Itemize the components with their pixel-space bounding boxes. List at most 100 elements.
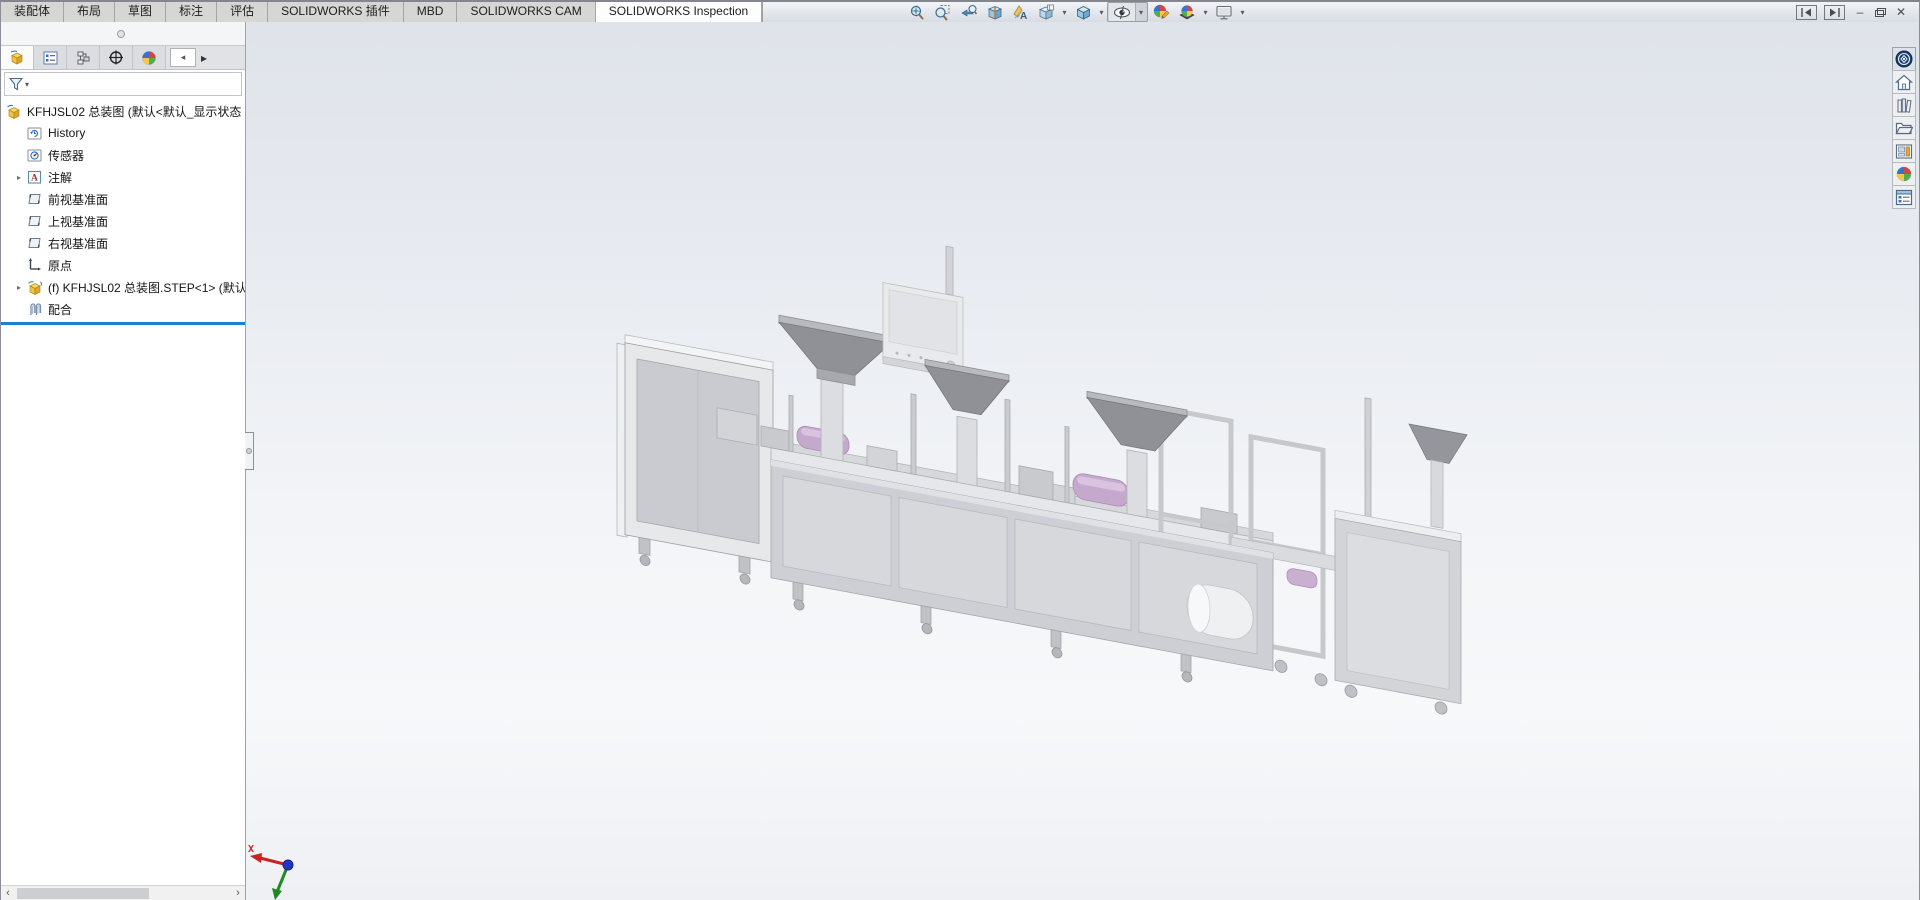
previous-view-icon[interactable]: [955, 2, 981, 22]
hide-show-items-caret-icon[interactable]: ▾: [1135, 3, 1146, 21]
solidworks-window: 装配体 布局 草图 标注 评估 SOLIDWORKS 插件 MBD SOLIDW…: [0, 0, 1920, 900]
triad-x-label: X: [248, 844, 254, 855]
tree-item-annotations[interactable]: ▸ A 注解: [1, 166, 245, 188]
plane-icon: [27, 192, 45, 206]
hide-show-items-pressed-group: ▾: [1107, 2, 1148, 22]
dynamic-annotation-views-icon[interactable]: A: [1007, 2, 1033, 22]
configurationmanager-tab[interactable]: [67, 46, 100, 69]
propertymanager-tab[interactable]: [34, 46, 67, 69]
collapse-left-pane-button[interactable]: [1796, 5, 1817, 20]
custom-properties-icon[interactable]: [1892, 185, 1916, 209]
handle-dot-icon: [246, 448, 252, 454]
display-style-caret-icon[interactable]: ▾: [1096, 2, 1107, 22]
svg-text:A: A: [31, 174, 38, 184]
tree-item-front-plane[interactable]: 前视基准面: [1, 188, 245, 210]
expand-arrow-icon[interactable]: ▸: [11, 173, 27, 182]
tree-item-label: KFHJSL02 总装图 (默认<默认_显示状态: [27, 103, 241, 120]
tree-item-history[interactable]: History: [1, 122, 245, 144]
tree-item-label: (f) KFHJSL02 总装图.STEP<1> (默认: [48, 279, 245, 296]
hide-show-items-icon[interactable]: [1109, 3, 1135, 21]
filter-caret-icon[interactable]: ▾: [25, 80, 29, 89]
zoom-to-area-icon[interactable]: [929, 2, 955, 22]
tab-sketch[interactable]: 草图: [115, 2, 166, 22]
scrollbar-track[interactable]: [15, 887, 231, 900]
panel-horizontal-scrollbar[interactable]: ‹ ›: [1, 885, 245, 900]
assembly-icon: [6, 104, 24, 119]
scroll-left-arrow-icon[interactable]: ‹: [1, 886, 15, 900]
feature-tree: KFHJSL02 总装图 (默认<默认_显示状态 History 传感器: [1, 97, 245, 885]
panel-collapse-handle[interactable]: [245, 432, 254, 470]
apply-scene-caret-icon[interactable]: ▾: [1200, 2, 1211, 22]
tab-solidworks-cam[interactable]: SOLIDWORKS CAM: [457, 2, 595, 22]
solidworks-resources-icon[interactable]: [1892, 47, 1916, 71]
design-library-icon[interactable]: [1892, 93, 1916, 117]
restore-button[interactable]: [1875, 8, 1886, 17]
file-explorer-folder-icon[interactable]: [1892, 116, 1916, 140]
tab-layout[interactable]: 布局: [64, 2, 115, 22]
tree-item-origin[interactable]: 原点: [1, 254, 245, 276]
tree-item-label: 原点: [48, 257, 72, 274]
dimxpertmanager-tab[interactable]: [100, 46, 133, 69]
tree-filter-input[interactable]: [31, 73, 241, 95]
tree-item-label: 传感器: [48, 147, 84, 164]
appearances-scenes-icon[interactable]: [1892, 162, 1916, 186]
triad-z-dot-icon: [283, 860, 293, 870]
tree-selection-bar: [1, 322, 245, 325]
panel-split-handle-icon[interactable]: [117, 30, 125, 38]
collapse-right-pane-button[interactable]: [1824, 5, 1845, 20]
machine-assembly-model[interactable]: [246, 22, 1919, 900]
tree-item-component-step[interactable]: ▸ (f) KFHJSL02 总装图.STEP<1> (默认: [1, 276, 245, 298]
tree-item-label: 右视基准面: [48, 235, 108, 252]
component-icon: [27, 280, 45, 295]
tab-solidworks-inspection[interactable]: SOLIDWORKS Inspection: [596, 2, 762, 22]
apply-scene-icon[interactable]: [1174, 2, 1200, 22]
view-orientation-icon[interactable]: [1033, 2, 1059, 22]
view-settings-icon[interactable]: [1211, 2, 1237, 22]
tree-item-top-plane[interactable]: 上视基准面: [1, 210, 245, 232]
scrollbar-thumb[interactable]: [17, 888, 149, 899]
view-settings-caret-icon[interactable]: ▾: [1237, 2, 1248, 22]
tree-item-label: 上视基准面: [48, 213, 108, 230]
tree-filter-field[interactable]: ▾: [4, 72, 242, 96]
tree-item-label: 配合: [48, 301, 72, 318]
origin-icon: [27, 258, 45, 272]
filter-funnel-icon: [9, 77, 23, 91]
manager-pane-tabs: ◂ ▸: [1, 46, 245, 70]
annotations-icon: A: [27, 170, 45, 184]
plane-icon: [27, 214, 45, 228]
zoom-to-fit-icon[interactable]: [903, 2, 929, 22]
featuremanager-panel: ◂ ▸ ▾ KFHJSL02 总装图 (默认<默认_显示状态: [1, 22, 246, 900]
edit-appearance-icon[interactable]: [1148, 2, 1174, 22]
tab-solidworks-addins[interactable]: SOLIDWORKS 插件: [268, 2, 404, 22]
main-area: ◂ ▸ ▾ KFHJSL02 总装图 (默认<默认_显示状态: [1, 22, 1919, 900]
title-command-bar: 装配体 布局 草图 标注 评估 SOLIDWORKS 插件 MBD SOLIDW…: [1, 2, 1919, 22]
tree-item-right-plane[interactable]: 右视基准面: [1, 232, 245, 254]
tree-item-assembly-root[interactable]: KFHJSL02 总装图 (默认<默认_显示状态: [1, 100, 245, 122]
panel-top-strip: [1, 22, 245, 46]
home-icon[interactable]: [1892, 70, 1916, 94]
tree-item-label: History: [48, 126, 85, 140]
section-view-icon[interactable]: [981, 2, 1007, 22]
tab-assembly[interactable]: 装配体: [1, 2, 64, 22]
graphics-viewport[interactable]: X Y: [246, 22, 1919, 900]
tab-mbd[interactable]: MBD: [404, 2, 458, 22]
heads-up-view-toolbar: A ▾ ▾ ▾ ▾: [903, 2, 1248, 22]
task-pane: [1892, 48, 1916, 209]
close-button[interactable]: ✕: [1893, 5, 1909, 20]
view-orientation-caret-icon[interactable]: ▾: [1059, 2, 1070, 22]
scroll-right-arrow-icon[interactable]: ›: [231, 886, 245, 900]
display-style-icon[interactable]: [1070, 2, 1096, 22]
tree-item-label: 前视基准面: [48, 191, 108, 208]
displaymanager-tab[interactable]: [133, 46, 166, 69]
minimize-button[interactable]: –: [1852, 5, 1868, 20]
tab-scroll-left-button[interactable]: ◂: [170, 48, 196, 67]
view-palette-icon[interactable]: [1892, 139, 1916, 163]
tab-scroll-right-button[interactable]: ▸: [196, 46, 212, 69]
tab-evaluate[interactable]: 评估: [217, 2, 268, 22]
featuremanager-design-tree-tab[interactable]: [1, 46, 34, 69]
expand-arrow-icon[interactable]: ▸: [11, 283, 27, 292]
tree-item-sensors[interactable]: 传感器: [1, 144, 245, 166]
tree-item-mates[interactable]: 配合: [1, 298, 245, 320]
tab-annotate[interactable]: 标注: [166, 2, 217, 22]
window-controls: – ✕: [1796, 2, 1909, 22]
